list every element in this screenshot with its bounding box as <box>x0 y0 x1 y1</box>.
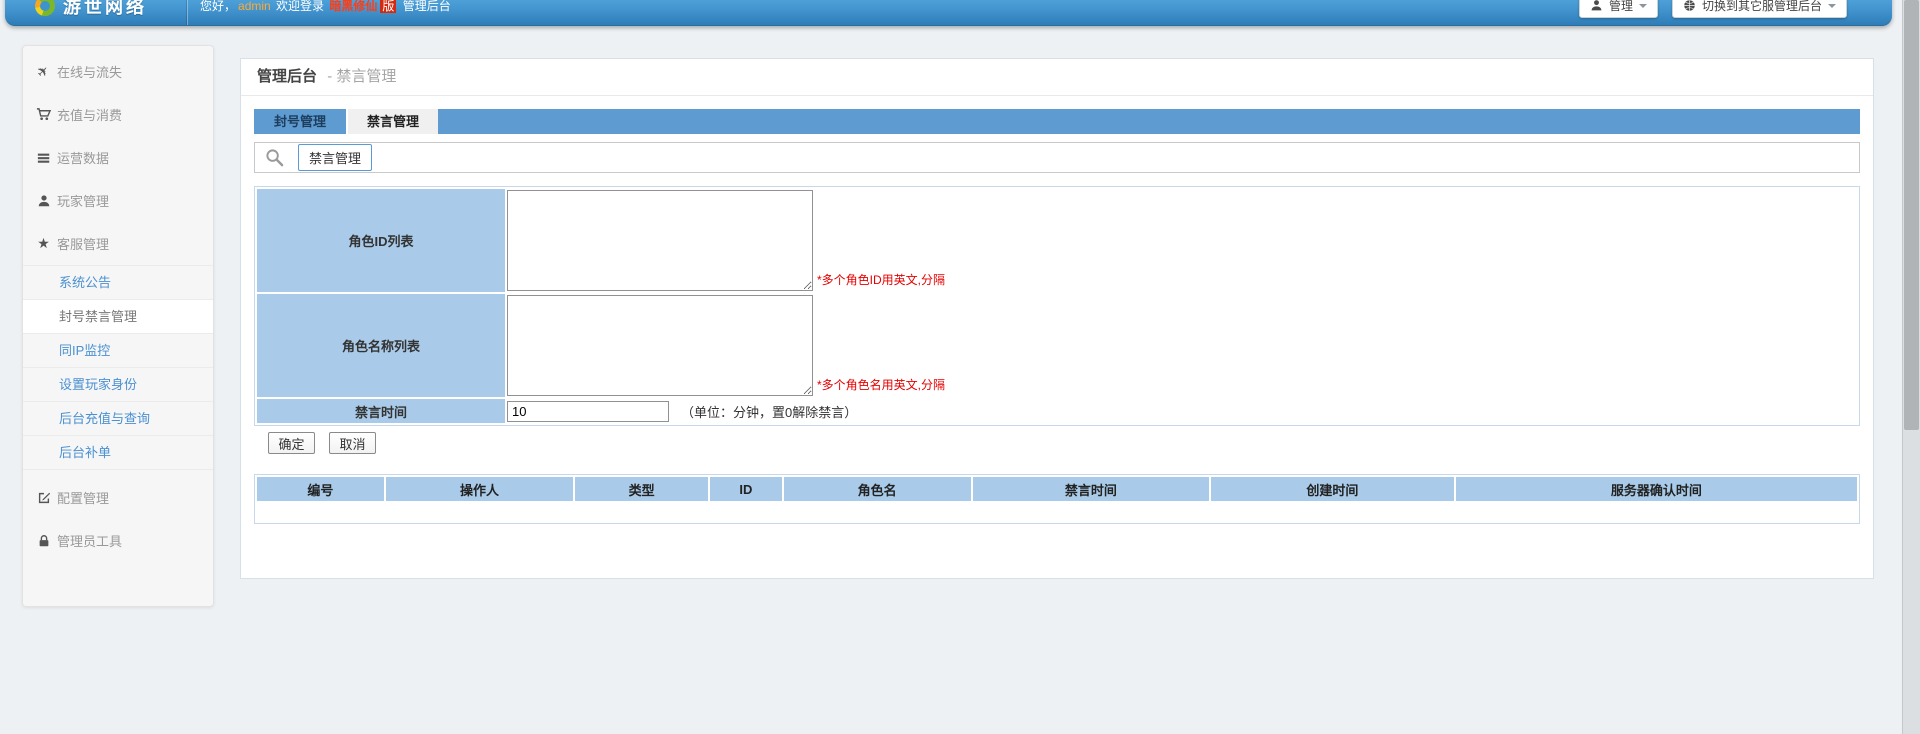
sidebar-item-config-management[interactable]: 配置管理 <box>23 476 213 519</box>
submenu-item-ban-mute-management[interactable]: 封号禁言管理 <box>23 299 213 333</box>
sidebar-item-admin-tools[interactable]: 管理员工具 <box>23 519 213 562</box>
tab-ban-management[interactable]: 封号管理 <box>254 109 346 134</box>
submenu-item-backend-reissue[interactable]: 后台补单 <box>23 435 213 469</box>
edit-icon <box>35 491 52 505</box>
sidebar-item-operation-data[interactable]: 运营数据 <box>23 136 213 179</box>
sidebar-item-label: 充值与消费 <box>57 105 122 124</box>
sidebar-item-player-management[interactable]: 玩家管理 <box>23 179 213 222</box>
customer-service-submenu: 系统公告 封号禁言管理 同IP监控 设置玩家身份 后台充值与查询 后台补单 <box>23 265 213 470</box>
role-id-list-label: 角色ID列表 <box>257 189 505 292</box>
role-id-hint: *多个角色ID用英文,分隔 <box>817 271 945 291</box>
table-header-row: 编号 操作人 类型 ID 角色名 禁言时间 创建时间 服务器确认时间 <box>257 477 1857 501</box>
sidebar-item-label: 运营数据 <box>57 148 109 167</box>
topbar-divider <box>187 0 188 25</box>
admin-dropdown-button[interactable]: 管理 <box>1579 0 1658 18</box>
submenu-item-same-ip-monitor[interactable]: 同IP监控 <box>23 333 213 367</box>
greeting-text: 您好，admin 欢迎登录 暗黑修仙版 管理后台 <box>200 0 451 14</box>
plane-icon: ✈ <box>32 60 55 83</box>
greeting-prefix: 您好， <box>200 0 236 13</box>
mute-management-filter-button[interactable]: 禁言管理 <box>298 144 372 171</box>
admin-dropdown-label: 管理 <box>1609 0 1633 14</box>
role-name-list-label: 角色名称列表 <box>257 294 505 397</box>
form-buttons: 确定 取消 <box>254 432 1860 454</box>
main-panel: 管理后台 - 禁言管理 封号管理 禁言管理 禁言管理 角色ID列表 <box>240 58 1874 579</box>
sidebar-item-label: 管理员工具 <box>57 531 122 550</box>
col-header-number: 编号 <box>257 477 384 501</box>
mute-form: 角色ID列表 *多个角色ID用英文,分隔 角色名称列表 *多个角色名用英文,分隔 <box>254 186 1860 426</box>
logo-text: 游世网络 <box>63 0 147 19</box>
sidebar: ✈ 在线与流失 充值与消费 运营数据 玩家管理 ★ 客服管理 系统公告 封号禁言… <box>22 45 214 607</box>
col-header-id: ID <box>710 477 781 501</box>
mute-time-hint: （单位：分钟，置0解除禁言） <box>681 402 857 421</box>
sidebar-item-label: 玩家管理 <box>57 191 109 210</box>
form-row-role-id: 角色ID列表 *多个角色ID用英文,分隔 <box>257 189 1857 292</box>
switch-server-dropdown-button[interactable]: 切换到其它服管理后台 <box>1672 0 1847 18</box>
mute-time-label: 禁言时间 <box>257 399 505 423</box>
sidebar-item-customer-service[interactable]: ★ 客服管理 <box>23 222 213 265</box>
scrollbar-thumb[interactable] <box>1904 0 1919 430</box>
col-header-role-name: 角色名 <box>784 477 971 501</box>
tab-mute-management[interactable]: 禁言管理 <box>346 109 438 134</box>
col-header-create-time: 创建时间 <box>1211 477 1454 501</box>
person-icon <box>1590 0 1603 12</box>
switch-server-label: 切换到其它服管理后台 <box>1702 0 1822 14</box>
greeting-suffix: 管理后台 <box>403 0 451 13</box>
mute-records-table: 编号 操作人 类型 ID 角色名 禁言时间 创建时间 服务器确认时间 <box>254 474 1860 524</box>
greeting-username: admin <box>238 0 271 13</box>
search-bar: 禁言管理 <box>254 142 1860 173</box>
topbar-buttons: 管理 切换到其它服管理后台 <box>1579 0 1847 18</box>
mute-time-input[interactable] <box>507 401 669 422</box>
col-header-type: 类型 <box>575 477 708 501</box>
sidebar-item-label: 配置管理 <box>57 488 109 507</box>
sidebar-item-recharge-consume[interactable]: 充值与消费 <box>23 93 213 136</box>
submenu-item-system-announcement[interactable]: 系统公告 <box>23 265 213 299</box>
page-subtitle: - 禁言管理 <box>327 68 396 85</box>
breadcrumb: 管理后台 - 禁言管理 <box>241 59 1873 96</box>
sidebar-item-label: 在线与流失 <box>57 62 122 81</box>
cart-icon <box>35 107 52 122</box>
logo: 游世网络 <box>35 0 147 19</box>
sidebar-item-online-loss[interactable]: ✈ 在线与流失 <box>23 50 213 93</box>
tab-bar: 封号管理 禁言管理 <box>254 109 1860 134</box>
greeting-game-name: 暗黑修仙 <box>329 0 377 13</box>
lock-icon <box>35 534 52 548</box>
logo-icon <box>35 0 55 16</box>
chevron-down-icon <box>1828 4 1836 8</box>
submenu-item-backend-recharge-query[interactable]: 后台充值与查询 <box>23 401 213 435</box>
greeting-version-badge: 版 <box>380 0 396 13</box>
top-bar: 游世网络 您好，admin 欢迎登录 暗黑修仙版 管理后台 管理 切换到其它服管… <box>5 0 1892 26</box>
cancel-button[interactable]: 取消 <box>329 432 376 454</box>
role-id-list-textarea[interactable] <box>507 190 813 291</box>
sidebar-item-label: 客服管理 <box>57 234 109 253</box>
star-icon: ★ <box>35 236 52 252</box>
confirm-button[interactable]: 确定 <box>268 432 315 454</box>
user-icon <box>35 194 52 208</box>
panel-body: 封号管理 禁言管理 禁言管理 角色ID列表 *多个角色ID用英文,分隔 <box>241 96 1873 524</box>
globe-icon <box>1683 0 1696 12</box>
chevron-down-icon <box>1639 4 1647 8</box>
page-title: 管理后台 <box>257 68 317 85</box>
search-icon <box>265 148 284 167</box>
col-header-server-confirm-time: 服务器确认时间 <box>1456 477 1857 501</box>
role-name-list-textarea[interactable] <box>507 295 813 396</box>
form-row-role-name: 角色名称列表 *多个角色名用英文,分隔 <box>257 294 1857 397</box>
list-icon <box>35 151 52 165</box>
role-name-hint: *多个角色名用英文,分隔 <box>817 376 945 396</box>
col-header-operator: 操作人 <box>386 477 573 501</box>
form-row-mute-time: 禁言时间 （单位：分钟，置0解除禁言） <box>257 399 1857 423</box>
col-header-mute-time: 禁言时间 <box>973 477 1209 501</box>
page-scrollbar[interactable] <box>1902 0 1920 734</box>
table-empty-row <box>257 503 1857 521</box>
submenu-item-set-player-identity[interactable]: 设置玩家身份 <box>23 367 213 401</box>
greeting-mid: 欢迎登录 <box>276 0 324 13</box>
